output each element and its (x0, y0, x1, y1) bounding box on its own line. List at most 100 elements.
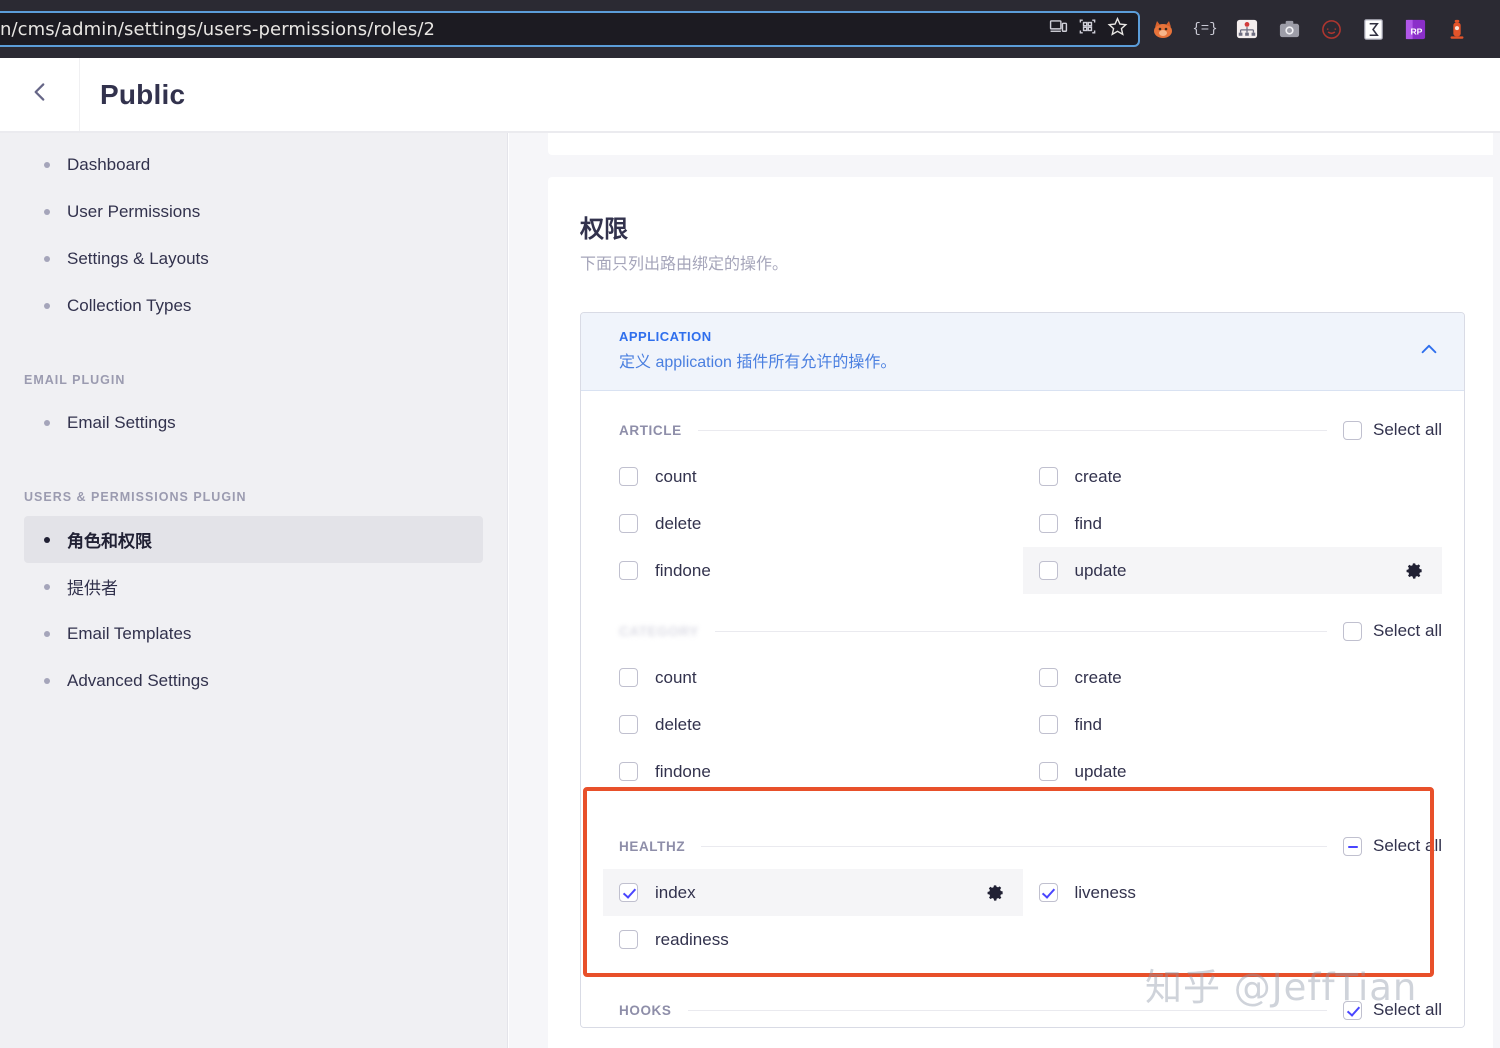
permission-row[interactable]: find (1023, 500, 1443, 547)
permission-row[interactable]: findone (603, 748, 1023, 795)
chevron-up-icon[interactable] (1418, 338, 1440, 365)
group-name: ARTICLE (619, 422, 682, 438)
address-bar[interactable]: n/cms/admin/settings/users-permissions/r… (0, 11, 1140, 47)
address-bar-url: n/cms/admin/settings/users-permissions/r… (0, 18, 436, 40)
permission-label: findone (655, 761, 711, 781)
accordion-name: APPLICATION (619, 329, 712, 344)
permission-checkbox[interactable] (619, 668, 638, 687)
permission-row[interactable]: count (603, 654, 1023, 701)
permission-grid: index liveness readiness (581, 869, 1464, 963)
permissions-subtitle: 下面只列出路由绑定的操作。 (580, 256, 789, 273)
fire-hydrant-icon[interactable] (1444, 16, 1470, 42)
sidebar-item-label: Advanced Settings (67, 670, 209, 690)
select-all-label: Select all (1373, 621, 1442, 640)
sidebar-item-label: Email Settings (67, 412, 176, 432)
gear-icon[interactable] (986, 883, 1005, 902)
permission-checkbox[interactable] (619, 561, 638, 580)
permission-row[interactable]: findone (603, 547, 1023, 594)
gear-icon[interactable] (1405, 561, 1424, 580)
permission-row[interactable]: index (603, 869, 1023, 916)
firefox-fox-icon[interactable] (1150, 16, 1176, 42)
permission-row[interactable]: delete (603, 500, 1023, 547)
page-scroll-edge[interactable] (1493, 133, 1500, 1048)
permission-checkbox[interactable] (1038, 715, 1058, 734)
permission-label: findone (655, 560, 711, 580)
sidebar-item-user-permissions[interactable]: User Permissions (24, 188, 483, 235)
permission-checkbox[interactable] (619, 883, 638, 902)
browser-toolbar: n/cms/admin/settings/users-permissions/r… (0, 0, 1500, 58)
sidebar-item-label: Settings & Layouts (67, 248, 209, 268)
code-braces-icon[interactable]: {=} (1192, 16, 1218, 42)
camera-icon[interactable] (1276, 16, 1302, 42)
sidebar-item-email-templates[interactable]: Email Templates (24, 610, 483, 657)
permission-checkbox[interactable] (619, 762, 638, 781)
bullet-icon (44, 255, 50, 262)
permission-group-healthz: HEALTHZ Select all index liveness readin… (581, 799, 1464, 967)
sitemap-icon[interactable] (1234, 16, 1260, 42)
permission-row[interactable]: update (1023, 748, 1443, 795)
sidebar-item-roles-permissions[interactable]: 角色和权限 (24, 516, 483, 563)
sidebar-item-advanced-settings[interactable]: Advanced Settings (24, 657, 483, 704)
select-all-article[interactable]: Select all (1343, 420, 1442, 440)
permission-checkbox[interactable] (1038, 514, 1058, 533)
permission-checkbox[interactable] (619, 715, 638, 734)
permission-checkbox[interactable] (619, 514, 638, 533)
group-name: HEALTHZ (619, 838, 686, 854)
select-all-healthz[interactable]: Select all (1343, 836, 1442, 856)
permission-row[interactable]: delete (603, 701, 1023, 748)
permission-label: create (1074, 667, 1122, 687)
permission-checkbox[interactable] (1038, 467, 1058, 486)
group-header: ARTICLE Select all (581, 417, 1464, 443)
bookmark-star-icon[interactable] (1107, 16, 1128, 42)
sigma-sheet-icon[interactable] (1360, 16, 1386, 42)
sidebar-section-users-permissions-plugin: USERS & PERMISSIONS PLUGIN (24, 490, 247, 504)
permission-row[interactable]: count (603, 453, 1023, 500)
sidebar-item-settings-layouts[interactable]: Settings & Layouts (24, 235, 483, 282)
permission-label: update (1074, 761, 1127, 781)
back-button[interactable] (0, 58, 80, 131)
select-all-checkbox[interactable] (1343, 621, 1363, 641)
permission-label: find (1074, 513, 1102, 533)
permission-label: count (655, 466, 697, 486)
permission-label: update (1074, 560, 1127, 580)
sidebar-item-label: Collection Types (67, 295, 192, 315)
responsive-design-icon[interactable] (1049, 17, 1068, 41)
sidebar-item-email-settings[interactable]: Email Settings (24, 399, 483, 446)
permission-checkbox[interactable] (1038, 668, 1058, 687)
application-accordion: APPLICATION 定义 application 插件所有允许的操作。 AR… (580, 312, 1465, 1028)
permission-checkbox[interactable] (619, 930, 638, 949)
permission-row[interactable]: liveness (1023, 869, 1443, 916)
application-accordion-header[interactable]: APPLICATION 定义 application 插件所有允许的操作。 (581, 313, 1464, 391)
circle-smiley-icon[interactable] (1318, 16, 1344, 42)
permission-row[interactable]: find (1023, 701, 1443, 748)
permission-checkbox[interactable] (619, 467, 638, 486)
grid-apps-icon[interactable] (1078, 17, 1097, 41)
chevron-left-icon (27, 79, 53, 110)
rp-axure-icon[interactable]: RP (1402, 16, 1428, 42)
permission-row[interactable]: create (1023, 654, 1443, 701)
bullet-icon (44, 677, 50, 684)
select-all-checkbox[interactable] (1343, 420, 1363, 440)
sidebar-item-providers[interactable]: 提供者 (24, 563, 483, 610)
sidebar-item-collection-types[interactable]: Collection Types (24, 282, 483, 329)
permission-checkbox[interactable] (1038, 883, 1058, 902)
sidebar-item-dashboard[interactable]: Dashboard (24, 141, 483, 188)
permission-row[interactable]: update (1022, 547, 1442, 594)
permission-label: liveness (1074, 882, 1136, 902)
select-all-label: Select all (1373, 836, 1442, 855)
permission-label: find (1074, 714, 1102, 734)
select-all-checkbox[interactable] (1343, 836, 1363, 856)
bullet-icon (44, 536, 50, 543)
permission-row[interactable]: readiness (603, 916, 1023, 963)
permission-row[interactable]: create (1023, 453, 1443, 500)
permission-label: delete (655, 714, 702, 734)
permission-checkbox[interactable] (1038, 762, 1058, 781)
select-all-blurred-group[interactable]: Select all (1343, 621, 1442, 641)
group-header: CATEGORY Select all (581, 618, 1464, 644)
permission-grid: count create delete find findone update (581, 453, 1464, 594)
settings-sidebar: Dashboard User Permissions Settings & La… (0, 133, 508, 1048)
permission-checkbox[interactable] (1038, 561, 1058, 580)
permission-label: count (655, 667, 697, 687)
sidebar-item-label: 提供者 (67, 579, 118, 598)
sidebar-item-label: Email Templates (67, 623, 192, 643)
